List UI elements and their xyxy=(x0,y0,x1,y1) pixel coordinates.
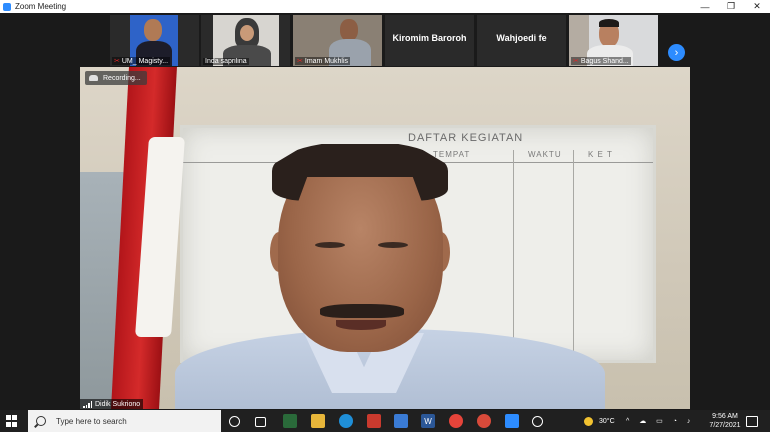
store-icon[interactable] xyxy=(283,414,297,428)
obs-icon[interactable] xyxy=(532,416,543,427)
participant-tile[interactable]: Wahjoedi fe xyxy=(477,15,566,66)
participant-name: Wahjoedi fe xyxy=(496,33,547,43)
mail-icon[interactable] xyxy=(394,414,408,428)
participant-tile[interactable]: ✂ Bagus Shand... xyxy=(569,15,658,66)
file-explorer-icon[interactable] xyxy=(311,414,325,428)
zoom-taskbar-icon[interactable] xyxy=(505,414,519,428)
window-title: Zoom Meeting xyxy=(15,2,67,11)
chrome-icon[interactable] xyxy=(449,414,463,428)
taskbar-search-box[interactable]: Type here to search xyxy=(28,410,221,432)
whiteboard-title: DAFTAR KEGIATAN xyxy=(408,132,524,144)
weather-widget[interactable]: 30°C xyxy=(584,410,615,432)
recording-indicator[interactable]: Recording... xyxy=(85,71,147,85)
taskbar: Type here to search W 30°C ^ ☁ ▭ ◔ ♪ 9:5… xyxy=(0,410,770,432)
participant-tile[interactable]: ✂ Imam Mukhlis xyxy=(293,15,382,66)
speaker-mouth xyxy=(336,320,386,330)
minimize-button[interactable]: — xyxy=(692,0,718,13)
participant-label: Inda saprilina xyxy=(203,58,249,65)
search-placeholder: Type here to search xyxy=(56,416,127,426)
clock-date: 7/27/2021 xyxy=(709,422,741,429)
gift-app-icon[interactable] xyxy=(367,414,381,428)
whiteboard-col-waktu: WAKTU xyxy=(528,150,562,159)
whiteboard-rule xyxy=(573,150,574,360)
participant-tile[interactable]: ✂ UM_ Magisty... xyxy=(110,15,199,66)
mic-muted-icon: ✂ xyxy=(573,58,579,65)
participant-label: ✂ UM_ Magisty... xyxy=(112,57,171,65)
weather-temp: 30°C xyxy=(599,417,615,425)
search-icon xyxy=(36,416,46,426)
whiteboard-col-ket: K E T xyxy=(588,150,613,159)
system-tray-icons[interactable]: ^ ☁ ▭ ◔ ♪ xyxy=(626,410,694,432)
participant-label: ✂ Imam Mukhlis xyxy=(295,57,351,65)
notification-icon[interactable] xyxy=(746,416,758,427)
next-page-button[interactable]: › xyxy=(668,44,685,61)
chrome-profile-icon[interactable] xyxy=(477,414,491,428)
close-button[interactable]: ✕ xyxy=(744,0,770,13)
participant-label: ✂ Bagus Shand... xyxy=(571,57,631,65)
participant-name: Kiromim Baroroh xyxy=(392,33,467,43)
speaker-mustache xyxy=(320,304,404,318)
cloud-icon xyxy=(89,75,98,81)
taskbar-clock[interactable]: 9:56 AM 7/27/2021 xyxy=(705,412,745,430)
active-speaker-video: DAFTAR KEGIATAN TEMPAT WAKTU K E T xyxy=(80,67,690,409)
whiteboard-col-tempat: TEMPAT xyxy=(433,150,471,159)
speaker-eye xyxy=(315,242,345,248)
maximize-button[interactable]: ❐ xyxy=(718,0,744,13)
participant-tile[interactable]: Inda saprilina xyxy=(201,15,290,66)
participant-gallery: ✂ UM_ Magisty... Inda saprilina ✂ Imam Muk… xyxy=(0,13,770,67)
participant-tile[interactable]: Kiromim Baroroh xyxy=(385,15,474,66)
word-icon[interactable]: W xyxy=(421,414,435,428)
task-view-icon[interactable] xyxy=(255,417,266,427)
title-bar: Zoom Meeting xyxy=(0,0,770,13)
cortana-icon[interactable] xyxy=(229,416,240,427)
sun-icon xyxy=(584,416,593,426)
edge-icon[interactable] xyxy=(339,414,353,428)
speaker-eye xyxy=(378,242,408,248)
whiteboard-rule xyxy=(513,150,514,360)
active-speaker-name: Didik Sukriono xyxy=(95,400,141,408)
active-speaker-label: Didik Sukriono xyxy=(80,399,144,409)
clock-time: 9:56 AM xyxy=(712,413,738,420)
windows-start-icon[interactable] xyxy=(6,415,18,427)
signal-icon xyxy=(83,400,92,408)
zoom-app-icon xyxy=(3,2,11,11)
mic-muted-icon: ✂ xyxy=(114,58,120,65)
recording-label: Recording... xyxy=(103,74,141,82)
mic-muted-icon: ✂ xyxy=(297,58,303,65)
